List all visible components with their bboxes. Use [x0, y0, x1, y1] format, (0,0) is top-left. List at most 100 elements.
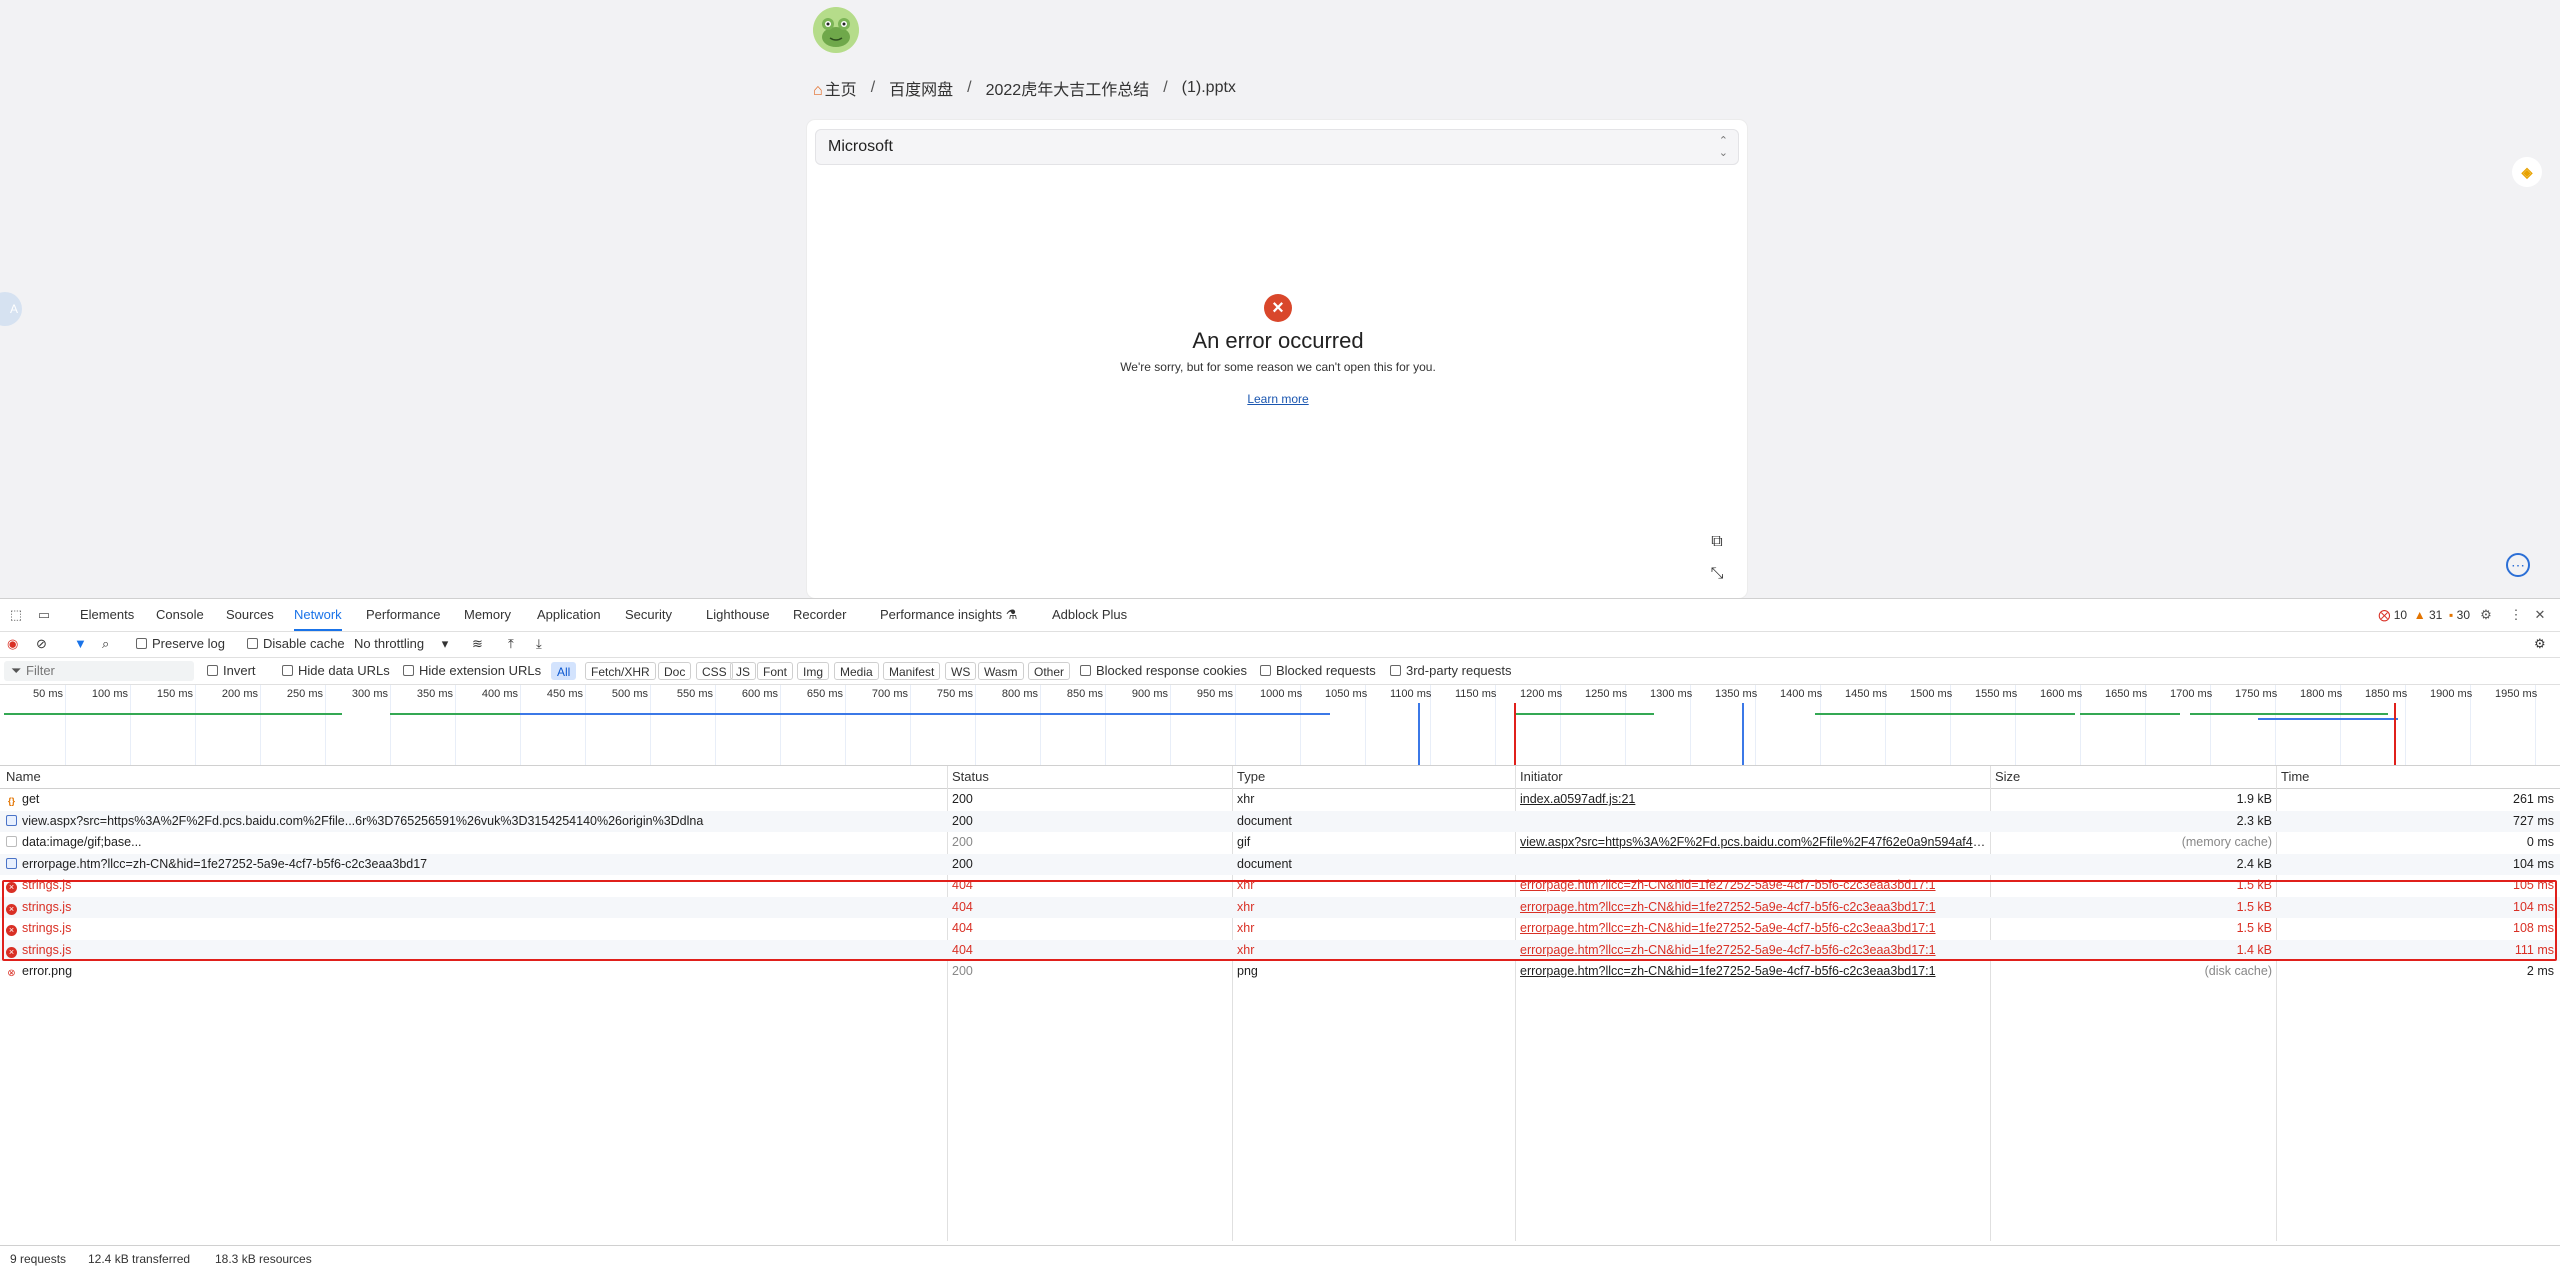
table-row[interactable]: ⊗ error.png 200 png errorpage.htm?llcc=zh-CN… [0, 961, 2560, 982]
cell-name[interactable]: × strings.js [6, 897, 942, 918]
tab-sources[interactable]: Sources [226, 599, 274, 631]
network-timeline-overview[interactable]: 50 ms 100 ms 150 ms 200 ms 250 ms 300 ms 350 m… [0, 685, 2560, 766]
cell-initiator[interactable]: view.aspx?src=https%3A%2F%2Fd.pcs.baidu.… [1520, 832, 1986, 853]
cell-initiator[interactable]: errorpage.htm?llcc=zh-CN&hid=1fe27252-5a… [1520, 940, 1986, 961]
third-party-requests-checkbox[interactable]: 3rd-party requests [1390, 658, 1512, 684]
type-filter-media[interactable]: Media [834, 662, 879, 680]
type-filter-js[interactable]: JS [730, 662, 757, 680]
cell-name[interactable]: {} get [6, 789, 942, 810]
timeline-tick-label: 400 ms [481, 688, 518, 700]
timeline-tick-label: 650 ms [806, 688, 843, 700]
floating-side-button[interactable]: A [0, 292, 22, 326]
type-filter-css[interactable]: CSS [696, 662, 733, 680]
network-conditions-icon[interactable]: ≋ [472, 631, 483, 657]
third-party-requests-label: 3rd-party requests [1406, 663, 1512, 678]
cell-initiator[interactable]: errorpage.htm?llcc=zh-CN&hid=1fe27252-5a… [1520, 897, 1986, 918]
breadcrumb-home[interactable]: ⌂ 主页 [813, 76, 857, 100]
table-row[interactable]: data:image/gif;base... 200 gif view.aspx?sr… [0, 832, 2560, 853]
table-row[interactable]: × strings.js 404 xhr errorpage.htm?llcc=zh-C… [0, 939, 2560, 961]
type-filter-wasm[interactable]: Wasm [978, 662, 1024, 680]
issue-counts[interactable]: ⨂ 10 ▲ 31 ▪ 30 [2378, 599, 2470, 631]
cell-initiator[interactable]: index.a0597adf.js:21 [1520, 789, 1986, 810]
type-filter-fetch-xhr[interactable]: Fetch/XHR [585, 662, 656, 680]
kebab-menu-icon[interactable]: ⋮ [2508, 607, 2524, 623]
breadcrumb-item-baidu-pan[interactable]: 百度网盘 [889, 76, 953, 100]
table-row[interactable]: view.aspx?src=https%3A%2F%2Fd.pcs.baidu.… [0, 810, 2560, 832]
cell-name[interactable]: view.aspx?src=https%3A%2F%2Fd.pcs.baidu.… [6, 811, 942, 832]
column-header-time[interactable]: Time [2277, 766, 2309, 788]
invert-checkbox[interactable]: Invert [207, 658, 256, 684]
column-header-name[interactable]: Name [2, 766, 41, 788]
breadcrumb-item-label: 主页 [824, 82, 857, 99]
type-filter-ws[interactable]: WS [945, 662, 977, 680]
tab-elements[interactable]: Elements [80, 599, 134, 631]
tab-lighthouse[interactable]: Lighthouse [706, 599, 770, 631]
cell-initiator[interactable]: errorpage.htm?llcc=zh-CN&hid=1fe27252-5a… [1520, 875, 1986, 896]
viewer-select[interactable]: Microsoft ⌃ ⌄ [815, 129, 1739, 165]
column-header-type[interactable]: Type [1233, 766, 1265, 788]
tab-performance-insights[interactable]: Performance insights ⚗ [880, 599, 1017, 631]
table-row[interactable]: {} get 200 xhr index.a0597adf.js:21 1.9 kB 261… [0, 789, 2560, 810]
export-har-icon[interactable]: ⤓ [536, 631, 542, 657]
cell-name[interactable]: × strings.js [6, 940, 942, 961]
cell-initiator[interactable] [1520, 854, 1986, 875]
blocked-requests-checkbox[interactable]: Blocked requests [1260, 658, 1376, 684]
table-row[interactable]: errorpage.htm?llcc=zh-CN&hid=1fe27252-5a… [0, 853, 2560, 875]
type-filter-doc[interactable]: Doc [658, 662, 692, 680]
table-row[interactable]: × strings.js 404 xhr errorpage.htm?llcc=zh-C… [0, 875, 2560, 896]
cell-status: 200 [952, 792, 973, 806]
more-options-icon[interactable]: ⋯ [2506, 553, 2530, 577]
learn-more-link[interactable]: Learn more [1178, 392, 1378, 406]
cell-initiator[interactable] [1520, 811, 1986, 832]
import-har-icon[interactable]: ⤒ [508, 631, 514, 657]
tab-application[interactable]: Application [537, 599, 601, 631]
type-filter-img[interactable]: Img [797, 662, 830, 680]
tab-network[interactable]: Network [294, 599, 342, 631]
filter-input[interactable]: ⏷ Filter [4, 661, 194, 681]
tab-memory[interactable]: Memory [464, 599, 511, 631]
cell-initiator[interactable]: errorpage.htm?llcc=zh-CN&hid=1fe27252-5a… [1520, 961, 1986, 982]
network-settings-icon[interactable]: ⚙ [2534, 631, 2546, 657]
settings-gear-icon[interactable]: ⚙ [2478, 607, 2494, 623]
search-icon[interactable]: ⌕ [102, 631, 109, 657]
cell-name[interactable]: × strings.js [6, 875, 942, 896]
timeline-tick-label: 150 ms [156, 688, 193, 700]
cell-name[interactable]: × strings.js [6, 918, 942, 939]
tab-recorder[interactable]: Recorder [793, 599, 846, 631]
column-header-size[interactable]: Size [1991, 766, 2020, 788]
tab-console[interactable]: Console [156, 599, 204, 631]
cell-name[interactable]: data:image/gif;base... [6, 832, 942, 853]
tab-performance[interactable]: Performance [366, 599, 440, 631]
cell-initiator[interactable]: errorpage.htm?llcc=zh-CN&hid=1fe27252-5a… [1520, 918, 1986, 939]
type-filter-manifest[interactable]: Manifest [883, 662, 941, 680]
hide-data-urls-checkbox[interactable]: Hide data URLs [282, 658, 390, 684]
table-row[interactable]: × strings.js 404 xhr errorpage.htm?llcc=zh-C… [0, 918, 2560, 939]
tab-security[interactable]: Security [625, 599, 672, 631]
blocked-response-cookies-checkbox[interactable]: Blocked response cookies [1080, 658, 1247, 684]
type-filter-other[interactable]: Other [1028, 662, 1071, 680]
filter-funnel-icon[interactable]: ▼ [74, 631, 87, 657]
hide-extension-urls-checkbox[interactable]: Hide extension URLs [403, 658, 541, 684]
table-row[interactable]: × strings.js 404 xhr errorpage.htm?llcc=zh-C… [0, 896, 2560, 918]
device-toolbar-icon[interactable]: ▭ [36, 607, 52, 623]
close-devtools-icon[interactable]: ✕ [2532, 607, 2548, 623]
breadcrumb-item-folder[interactable]: 2022虎年大吉工作总结 [986, 76, 1150, 100]
preserve-log-checkbox[interactable]: Preserve log [136, 631, 225, 657]
floating-app-icon[interactable]: ◈ [2512, 157, 2542, 187]
record-stop-icon[interactable]: ◉ [7, 631, 18, 657]
tab-adblock-plus[interactable]: Adblock Plus [1052, 599, 1127, 631]
throttling-select[interactable]: No throttling ▾ [354, 631, 448, 657]
type-filter-font[interactable]: Font [757, 662, 794, 680]
type-filter-all[interactable]: All [551, 662, 577, 680]
column-header-initiator[interactable]: Initiator [1516, 766, 1563, 788]
disable-cache-checkbox[interactable]: Disable cache [247, 631, 345, 657]
error-icon: × [6, 882, 17, 893]
inspect-element-icon[interactable]: ⬚ [8, 607, 24, 623]
fullscreen-exit-icon[interactable]: ⤡ [1706, 563, 1728, 585]
cell-name[interactable]: errorpage.htm?llcc=zh-CN&hid=1fe27252-5a… [6, 854, 942, 875]
avatar[interactable] [813, 7, 859, 53]
cell-name[interactable]: ⊗ error.png [6, 961, 942, 982]
column-header-status[interactable]: Status [948, 766, 989, 788]
open-external-icon[interactable]: ⧉ [1706, 531, 1728, 553]
clear-icon[interactable]: ⊘ [36, 631, 47, 657]
